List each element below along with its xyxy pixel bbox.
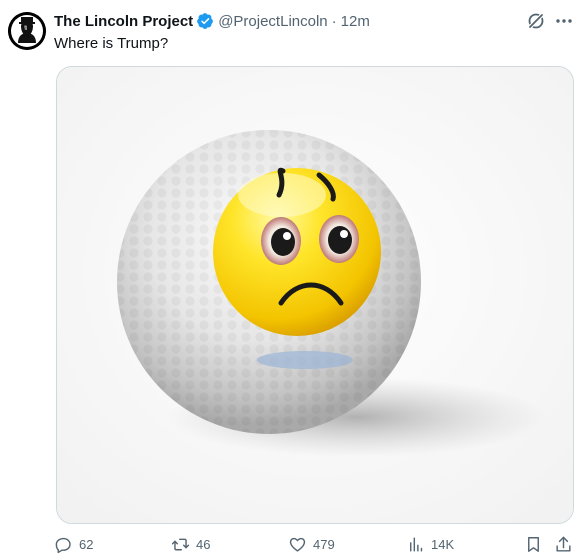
reply-count: 62 [79,536,94,552]
author-handle[interactable]: @ProjectLincoln [218,13,327,30]
more-button[interactable] [553,11,575,31]
reply-icon [55,537,71,553]
golf-ball-sad-emoji-image [57,67,573,523]
grok-button[interactable] [526,11,546,31]
share-icon [556,536,571,552]
reply-button[interactable]: 62 [54,532,93,556]
retweet-count: 46 [196,536,211,552]
like-button[interactable]: 479 [288,532,335,556]
tweet-media[interactable] [56,66,574,524]
author-name[interactable]: The Lincoln Project [54,13,193,30]
verified-badge-icon [197,13,214,29]
like-icon [289,537,306,552]
views-icon [410,536,423,552]
retweet-button[interactable]: 46 [171,532,210,556]
more-icon [556,19,572,23]
timestamp[interactable]: 12m [341,13,370,30]
like-count: 479 [313,536,335,552]
tweet-header: The Lincoln Project @ProjectLincoln · 12… [54,11,370,31]
grok-icon [527,12,545,30]
views-count: 14K [431,536,455,552]
lincoln-portrait-icon [8,12,46,50]
retweet-icon [171,538,190,550]
views-button[interactable]: 14K [406,532,454,556]
bookmark-button[interactable] [524,532,543,556]
separator-dot: · [331,12,337,30]
share-button[interactable] [554,532,573,556]
avatar[interactable] [8,12,46,50]
bookmark-icon [528,536,539,552]
tweet-actions: 62 46 479 14K [54,532,574,556]
tweet-text: Where is Trump? [54,35,169,52]
